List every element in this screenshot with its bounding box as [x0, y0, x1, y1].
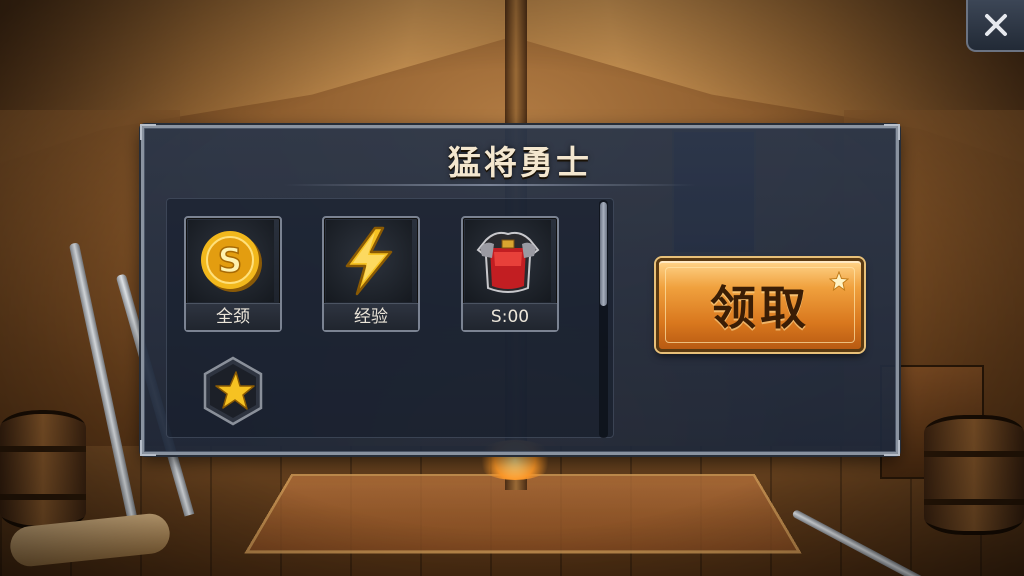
reward-dialog: 猛将勇士 S 全颈 经验 S:00 领取 [140, 124, 900, 456]
frame-corner [140, 440, 156, 456]
claim-button[interactable]: 领取 [656, 258, 864, 352]
lightning-bolt-icon [345, 226, 393, 296]
red-armor-icon [476, 231, 540, 293]
reward-item-label: S:00 [463, 303, 557, 330]
reward-item-art: S [188, 220, 274, 302]
dialog-title: 猛将勇士 [448, 143, 592, 182]
sparkle-star-icon [829, 271, 849, 291]
reward-item-armor[interactable]: S:00 [461, 216, 559, 332]
reward-item-gold[interactable]: S 全颈 [184, 216, 282, 332]
svg-text:S: S [218, 241, 243, 281]
reward-item-art [465, 220, 551, 302]
reward-item-art [326, 220, 412, 302]
star-badge[interactable] [198, 356, 268, 426]
reward-item-label: 全颈 [186, 303, 280, 330]
title-divider [284, 184, 696, 186]
frame-corner [884, 440, 900, 456]
star-icon [203, 356, 263, 426]
gold-coin-icon: S [201, 231, 262, 292]
scroll-thumb[interactable] [600, 202, 607, 306]
close-icon [985, 14, 1007, 36]
close-button[interactable] [966, 0, 1024, 52]
reward-list-scrollbar[interactable] [599, 200, 608, 438]
reward-item-experience[interactable]: 经验 [322, 216, 420, 332]
reward-item-label: 经验 [324, 303, 418, 330]
claim-button-label: 领取 [710, 281, 810, 335]
